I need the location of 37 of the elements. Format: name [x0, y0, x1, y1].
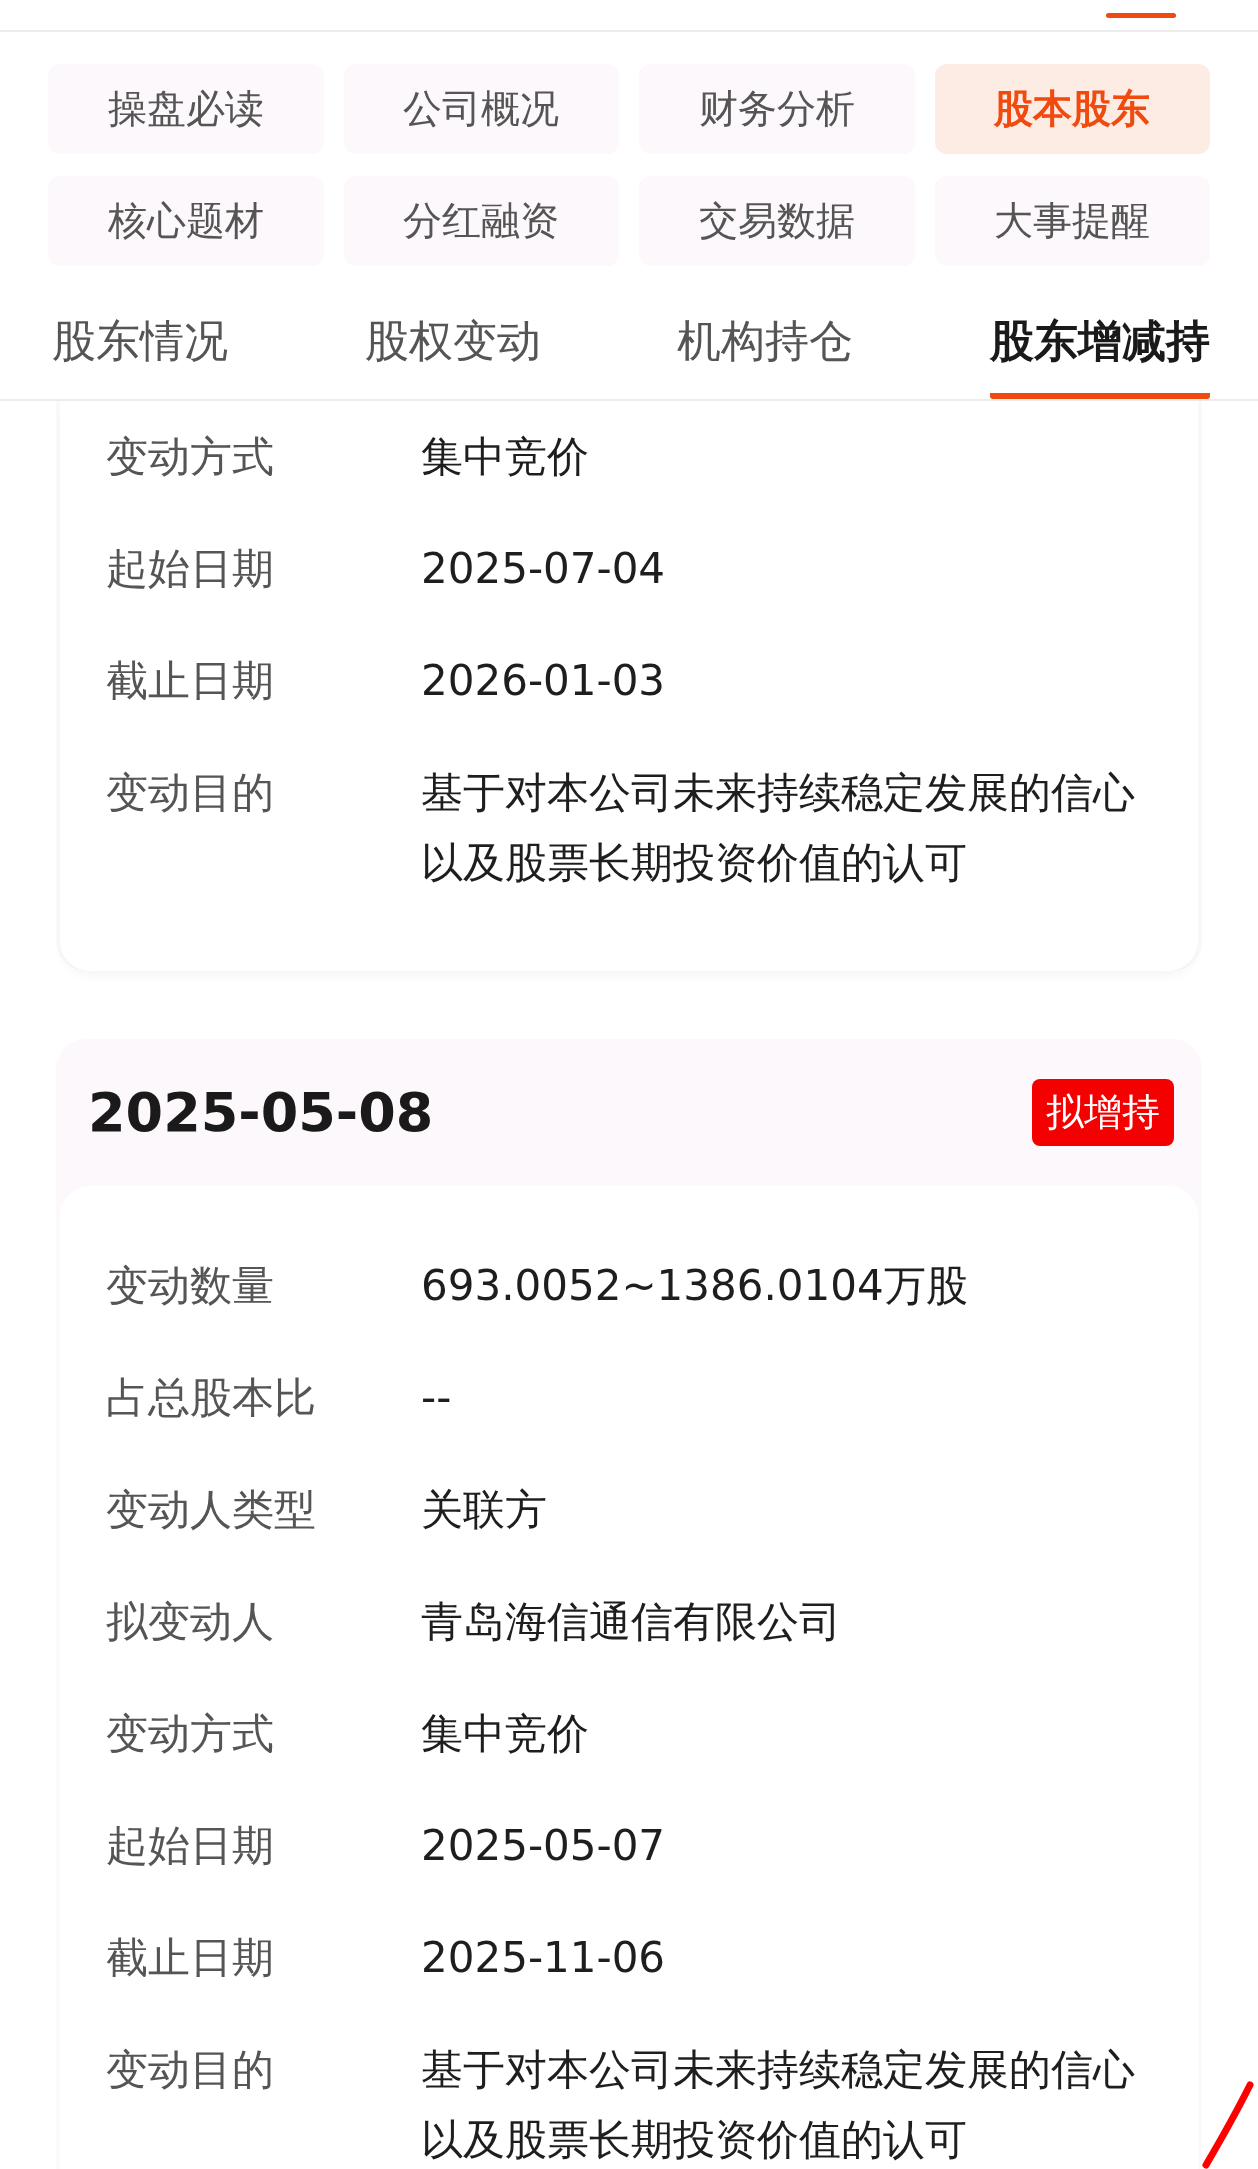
field-value: 青岛海信通信有限公司 — [421, 1596, 842, 1648]
category-tab[interactable]: 分红融资 — [343, 176, 619, 266]
field-label: 拟变动人 — [106, 1596, 275, 1648]
field-value: 2025-07-04 — [421, 543, 667, 595]
field-label: 起始日期 — [106, 543, 275, 595]
sub-tab[interactable]: 股权变动 — [364, 298, 541, 399]
field-value: -- — [421, 1372, 453, 1424]
field-value: 集中竞价 — [421, 431, 590, 483]
field-label: 占总股本比 — [106, 1372, 317, 1424]
category-tab[interactable]: 交易数据 — [639, 176, 915, 266]
field-label: 变动方式 — [106, 431, 275, 483]
field-label: 截止日期 — [106, 655, 275, 707]
field-value: 2026-01-03 — [421, 655, 667, 707]
field-label: 变动方式 — [106, 1708, 275, 1760]
field-label: 起始日期 — [106, 1820, 275, 1872]
field-value: 集中竞价 — [421, 1708, 590, 1760]
field-label: 变动目的 — [106, 2044, 275, 2096]
field-label: 变动人类型 — [106, 1484, 317, 1536]
field-label: 变动目的 — [106, 767, 275, 819]
field-value: 693.0052~1386.0104万股 — [421, 1260, 969, 1312]
field-label: 截止日期 — [106, 1932, 275, 1984]
field-value: 2025-05-07 — [421, 1820, 667, 1872]
tab-indicator — [1106, 13, 1176, 18]
change-type-badge: 拟增持 — [1032, 1079, 1174, 1146]
sub-tab[interactable]: 机构持仓 — [677, 298, 854, 399]
category-tab[interactable]: 大事提醒 — [934, 176, 1210, 266]
record-date: 2025-05-08 — [88, 1081, 434, 1144]
category-tab[interactable]: 公司概况 — [343, 64, 619, 154]
field-label: 变动数量 — [106, 1260, 275, 1312]
field-value: 2025-11-06 — [421, 1932, 667, 1984]
field-value: 基于对本公司未来持续稳定发展的信心以及股票长期投资价值的认可 — [421, 2044, 1136, 2166]
category-tab[interactable]: 财务分析 — [639, 64, 915, 154]
category-tab[interactable]: 核心题材 — [48, 176, 324, 266]
sub-tab[interactable]: 股东情况 — [52, 298, 228, 399]
field-value: 关联方 — [421, 1484, 548, 1536]
category-tab[interactable]: 操盘必读 — [48, 64, 324, 154]
field-value: 基于对本公司未来持续稳定发展的信心以及股票长期投资价值的认可 — [421, 767, 1136, 889]
